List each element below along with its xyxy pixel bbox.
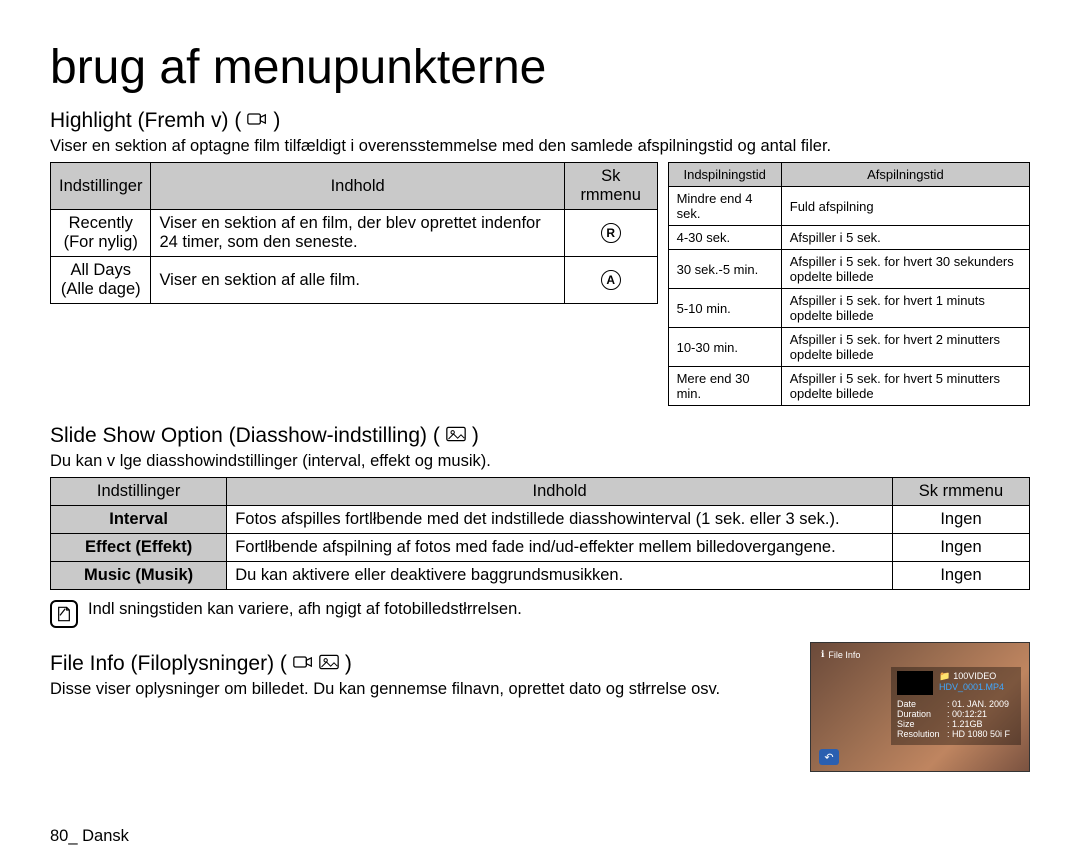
fileinfo-preview-header: ℹ File Info <box>821 649 860 660</box>
highlight-desc: Viser en sektion af optagne film tilfæld… <box>50 137 1030 156</box>
fileinfo-desc: Disse viser oplysninger om billedet. Du … <box>50 680 790 699</box>
timing-th-2: Afspilningstid <box>781 163 1029 187</box>
timing-th-1: Indspilningstid <box>668 163 781 187</box>
slideshow-table: Indstillinger Indhold Sk rmmenu Interval… <box>50 477 1030 590</box>
fileinfo-dur-label: Duration <box>897 709 943 719</box>
timing-r1-play: Afspiller i 5 sek. <box>781 226 1029 250</box>
slideshow-row2-opt: Effect (Effekt) <box>51 534 227 562</box>
slideshow-heading-close: ) <box>472 424 479 448</box>
video-icon <box>293 652 313 676</box>
note-icon <box>50 600 78 628</box>
slideshow-note: Indl sningstiden kan variere, afh ngigt … <box>50 600 1030 628</box>
fileinfo-res: : HD 1080 50i F <box>947 729 1010 739</box>
page-footer: 80_ Dansk <box>50 827 129 846</box>
slideshow-row3-menu: Ingen <box>892 562 1029 590</box>
fileinfo-date: : 01. JAN. 2009 <box>947 699 1009 709</box>
highlight-heading-text: Highlight (Fremh v) ( <box>50 109 241 133</box>
highlight-heading-close: ) <box>273 109 280 133</box>
fileinfo-preview: ℹ File Info 100VIDEO HDV_0001.MP4 Date : … <box>810 642 1030 772</box>
fileinfo-heading-text: File Info (Filoplysninger) ( <box>50 652 287 676</box>
slideshow-desc: Du kan v lge diasshowindstillinger (inte… <box>50 452 1030 471</box>
highlight-row1-opt: Recently (For nylig) <box>51 210 151 257</box>
timing-r5-rec: Mere end 30 min. <box>668 367 781 406</box>
slideshow-row2-desc: Fortlłbende afspilning af fotos med fade… <box>227 534 893 562</box>
timing-r1-rec: 4-30 sek. <box>668 226 781 250</box>
fileinfo-dur: : 00:12:21 <box>947 709 987 719</box>
slideshow-heading-text: Slide Show Option (Diasshow-indstilling)… <box>50 424 440 448</box>
highlight-row1-desc: Viser en sektion af en film, der blev op… <box>151 210 564 257</box>
fileinfo-folder: 100VIDEO <box>939 671 1004 682</box>
timing-r2-rec: 30 sek.-5 min. <box>668 250 781 289</box>
fileinfo-file: HDV_0001.MP4 <box>939 682 1004 692</box>
slideshow-row1-opt: Interval <box>51 506 227 534</box>
page-title: brug af menupunkterne <box>50 40 1030 95</box>
timing-r4-play: Afspiller i 5 sek. for hvert 2 minutters… <box>781 328 1029 367</box>
fileinfo-heading-close: ) <box>345 652 352 676</box>
back-button[interactable]: ↶ <box>819 749 839 765</box>
highlight-th-1: Indstillinger <box>51 163 151 210</box>
fileinfo-size: : 1.21GB <box>947 719 983 729</box>
highlight-th-2: Indhold <box>151 163 564 210</box>
slideshow-th-3: Sk rmmenu <box>892 478 1029 506</box>
highlight-alldays-icon: A <box>601 270 621 290</box>
fileinfo-size-label: Size <box>897 719 943 729</box>
highlight-row2-opt: All Days (Alle dage) <box>51 257 151 304</box>
highlight-row2-icon-cell: A <box>564 257 657 304</box>
highlight-table: Indstillinger Indhold Sk rmmenu Recently… <box>50 162 658 304</box>
info-icon: ℹ <box>821 649 824 660</box>
photo-icon <box>319 652 339 676</box>
highlight-row1-icon-cell: R <box>564 210 657 257</box>
slideshow-row2-menu: Ingen <box>892 534 1029 562</box>
slideshow-th-2: Indhold <box>227 478 893 506</box>
video-icon <box>247 109 267 133</box>
slideshow-row1-menu: Ingen <box>892 506 1029 534</box>
timing-r5-play: Afspiller i 5 sek. for hvert 5 minutters… <box>781 367 1029 406</box>
highlight-row2-desc: Viser en sektion af alle film. <box>151 257 564 304</box>
fileinfo-box-title: File Info <box>828 650 860 660</box>
highlight-th-3: Sk rmmenu <box>564 163 657 210</box>
timing-table: Indspilningstid Afspilningstid Mindre en… <box>668 162 1030 406</box>
fileinfo-res-label: Resolution <box>897 729 943 739</box>
timing-r3-rec: 5-10 min. <box>668 289 781 328</box>
highlight-recent-icon: R <box>601 223 621 243</box>
timing-r2-play: Afspiller i 5 sek. for hvert 30 sekunder… <box>781 250 1029 289</box>
fileinfo-panel: 100VIDEO HDV_0001.MP4 Date : 01. JAN. 200… <box>891 667 1021 745</box>
fileinfo-heading: File Info (Filoplysninger) ( ) <box>50 652 790 676</box>
timing-r4-rec: 10-30 min. <box>668 328 781 367</box>
timing-r3-play: Afspiller i 5 sek. for hvert 1 minuts op… <box>781 289 1029 328</box>
slideshow-row3-desc: Du kan aktivere eller deaktivere baggrun… <box>227 562 893 590</box>
photo-icon <box>446 424 466 448</box>
timing-r0-rec: Mindre end 4 sek. <box>668 187 781 226</box>
fileinfo-thumb <box>897 671 933 695</box>
slideshow-th-1: Indstillinger <box>51 478 227 506</box>
slideshow-heading: Slide Show Option (Diasshow-indstilling)… <box>50 424 1030 448</box>
highlight-heading: Highlight (Fremh v) ( ) <box>50 109 1030 133</box>
fileinfo-date-label: Date <box>897 699 943 709</box>
slideshow-note-text: Indl sningstiden kan variere, afh ngigt … <box>88 600 522 619</box>
timing-r0-play: Fuld afspilning <box>781 187 1029 226</box>
slideshow-row3-opt: Music (Musik) <box>51 562 227 590</box>
slideshow-row1-desc: Fotos afspilles fortlłbende med det inds… <box>227 506 893 534</box>
